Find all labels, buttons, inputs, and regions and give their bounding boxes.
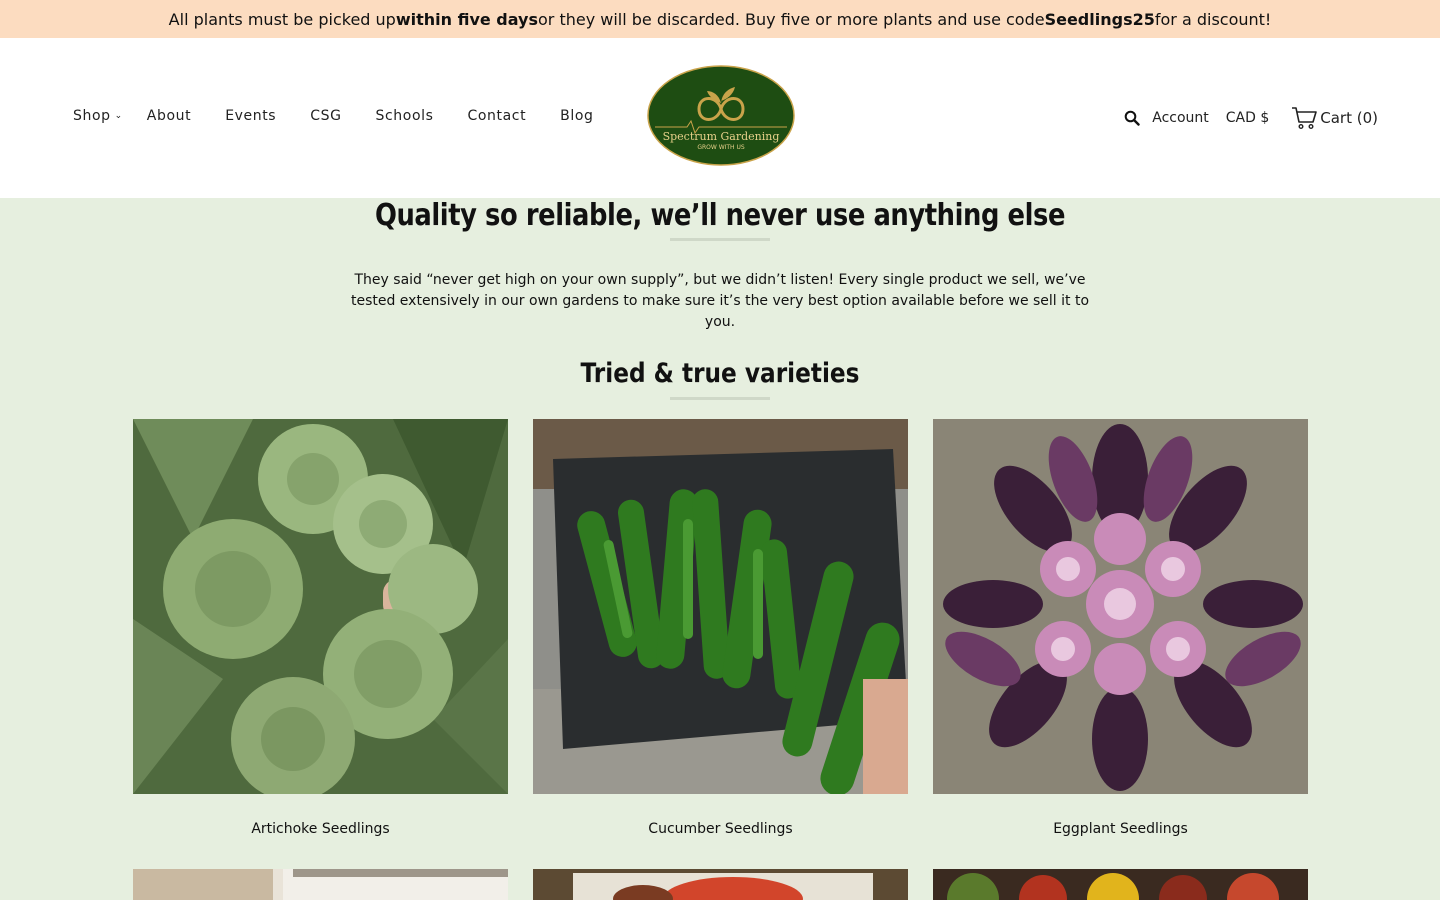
- site-logo[interactable]: Spectrum Gardening GROW WITH US: [647, 65, 795, 166]
- header-tools: Account CAD $ Cart (0): [1124, 106, 1378, 130]
- currency-selector[interactable]: CAD $: [1226, 110, 1270, 126]
- product-name-artichoke[interactable]: Artichoke Seedlings: [133, 821, 508, 837]
- search-icon[interactable]: [1124, 110, 1140, 126]
- nav-blog[interactable]: Blog: [560, 108, 593, 124]
- site-header: Shop ⌄ About Events CSG Schools Contact …: [0, 38, 1440, 198]
- artichoke-image[interactable]: [133, 419, 508, 794]
- logo-tagline: GROW WITH US: [697, 144, 745, 151]
- cart-link[interactable]: Cart (0): [1320, 109, 1378, 127]
- hero-text: They said “never get high on your own su…: [350, 272, 1090, 330]
- product-image-row2-3[interactable]: [933, 869, 1308, 900]
- nav-shop[interactable]: Shop ⌄: [73, 108, 123, 124]
- main-content: Quality so reliable, we’ll never use any…: [0, 198, 1440, 900]
- main-nav: Shop ⌄ About Events CSG Schools Contact …: [73, 108, 628, 124]
- nav-contact[interactable]: Contact: [468, 108, 527, 124]
- announcement-text-1: All plants must be picked up: [168, 9, 396, 29]
- nav-events[interactable]: Events: [225, 108, 276, 124]
- nav-shop-label: Shop: [73, 108, 111, 124]
- nav-csg[interactable]: CSG: [310, 108, 341, 124]
- section-title: Tried & true varieties: [580, 358, 860, 389]
- announcement-emphasis-1: within five days: [395, 9, 538, 29]
- nav-schools[interactable]: Schools: [376, 108, 434, 124]
- hero-title: Quality so reliable, we’ll never use any…: [374, 198, 1066, 233]
- eggplant-image[interactable]: [933, 419, 1308, 794]
- cart-icon[interactable]: [1291, 106, 1318, 130]
- nav-about[interactable]: About: [147, 108, 191, 124]
- logo-name: Spectrum Gardening: [663, 130, 780, 143]
- discount-code: Seedlings25: [1044, 9, 1155, 29]
- section-title-underline: [670, 397, 770, 400]
- product-image-row2-1[interactable]: [133, 869, 508, 900]
- product-name-cucumber[interactable]: Cucumber Seedlings: [533, 821, 908, 837]
- cucumber-image[interactable]: [533, 419, 908, 794]
- chevron-down-icon: ⌄: [114, 111, 123, 121]
- announcement-text-3: for a discount!: [1154, 9, 1272, 29]
- account-link[interactable]: Account: [1152, 110, 1209, 126]
- announcement-bar: All plants must be picked up within five…: [0, 0, 1440, 38]
- product-image-row2-2[interactable]: [533, 869, 908, 900]
- announcement-text-2: or they will be discarded. Buy five or m…: [538, 9, 1045, 29]
- product-name-eggplant[interactable]: Eggplant Seedlings: [933, 821, 1308, 837]
- hero-title-underline: [670, 238, 770, 241]
